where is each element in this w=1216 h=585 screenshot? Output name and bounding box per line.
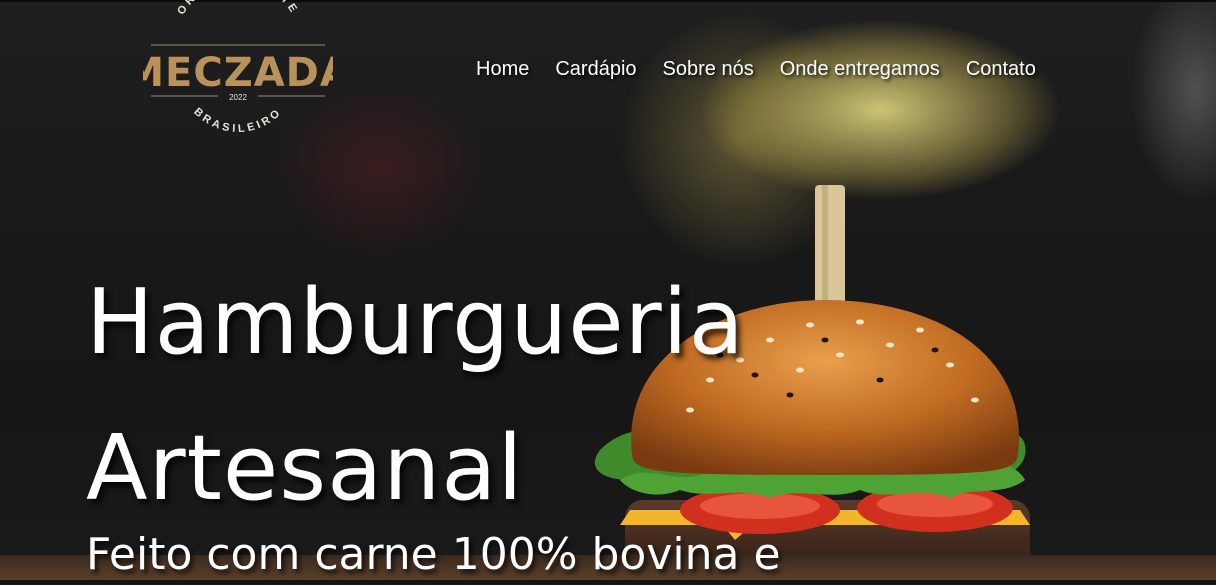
nav-link-sobre-nos[interactable]: Sobre nós (663, 58, 754, 81)
nav-link-home[interactable]: Home (476, 58, 529, 81)
logo-name: MECZADA (143, 50, 333, 96)
logo-bottom-arc-text: BRASILEIRO (191, 106, 281, 135)
nav-link-cardapio[interactable]: Cardápio (555, 58, 636, 81)
hero-subtitle: Feito com carne 100% bovina e (86, 529, 781, 580)
nav-link-onde-entregamos[interactable]: Onde entregamos (780, 58, 940, 81)
nav-link-contato[interactable]: Contato (966, 58, 1036, 81)
main-nav: Home Cardápio Sobre nós Onde entregamos … (476, 58, 1036, 81)
logo-top-arc-text: ORIGINALMENTE (175, 0, 297, 17)
brand-logo[interactable]: ORIGINALMENTE MECZADA 2022 BRASILEIRO (143, 0, 333, 136)
svg-text:BRASILEIRO: BRASILEIRO (191, 106, 284, 135)
hero-title: Hamburgueria Artesanal (86, 250, 745, 542)
hero-title-line-2: Artesanal (86, 416, 524, 521)
svg-text:ORIGINALMENTE: ORIGINALMENTE (175, 0, 301, 17)
logo-year: 2022 (229, 93, 247, 102)
hero-title-line-1: Hamburgueria (86, 270, 745, 375)
